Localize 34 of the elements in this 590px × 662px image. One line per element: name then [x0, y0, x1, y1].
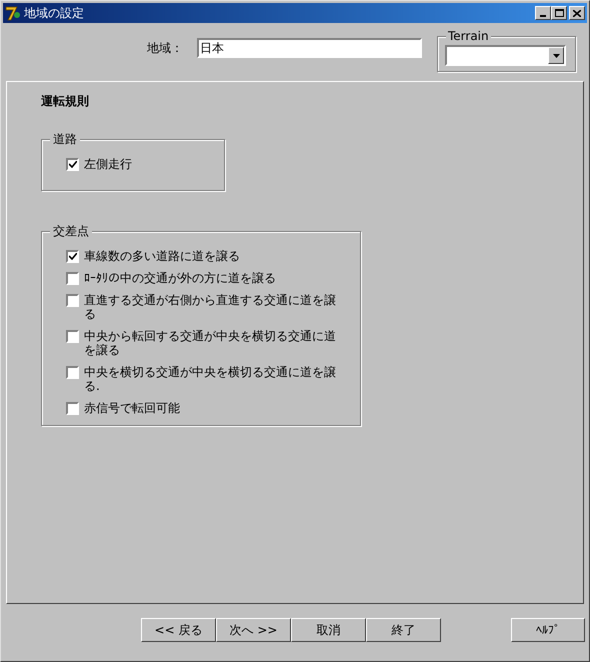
group-title: 道路 [50, 132, 80, 146]
panel-title: 運転規則 [41, 93, 90, 110]
checkbox[interactable] [66, 330, 79, 343]
terrain-label: Terrain [446, 29, 491, 43]
option-label: 直進する交通が右側から直進する交通に道を譲る [84, 293, 337, 321]
option-label: 車線数の多い道路に道を譲る [84, 249, 241, 263]
app-icon [5, 5, 21, 21]
window-title: 地域の設定 [24, 5, 84, 22]
nav-button[interactable]: 終了 [366, 618, 441, 642]
checkbox[interactable] [66, 402, 79, 415]
checkmark-icon [68, 253, 76, 260]
group-title: 交差点 [50, 224, 92, 238]
nav-button[interactable]: 取消 [291, 618, 366, 642]
checkbox[interactable] [66, 366, 79, 379]
close-button[interactable] [569, 6, 585, 20]
terrain-dropdown[interactable] [445, 45, 566, 66]
option-label: 中央から転回する交通が中央を横切る交通に道を譲る [84, 329, 337, 357]
region-label: 地域： [147, 40, 184, 57]
nav-button[interactable]: << 戻る [141, 618, 216, 642]
maximize-button[interactable] [551, 6, 567, 20]
option-label: ﾛｰﾀﾘの中の交通が外の方に道を譲る [84, 271, 277, 285]
option-label: 赤信号で転回可能 [84, 401, 181, 415]
checkbox[interactable] [66, 294, 79, 307]
close-icon [573, 10, 581, 16]
help-button[interactable]: ﾍﾙﾌﾟ [511, 618, 585, 642]
nav-button[interactable]: 次へ >> [216, 618, 291, 642]
checkbox[interactable] [66, 158, 79, 171]
region-field[interactable]: 日本 [197, 38, 422, 58]
checkbox[interactable] [66, 272, 79, 285]
checkbox[interactable] [66, 250, 79, 263]
option-label: 中央を横切る交通が中央を横切る交通に道を譲る. [84, 365, 337, 393]
checkmark-icon [68, 161, 76, 168]
option-label: 左側走行 [84, 157, 133, 171]
minimize-button[interactable] [535, 6, 551, 20]
